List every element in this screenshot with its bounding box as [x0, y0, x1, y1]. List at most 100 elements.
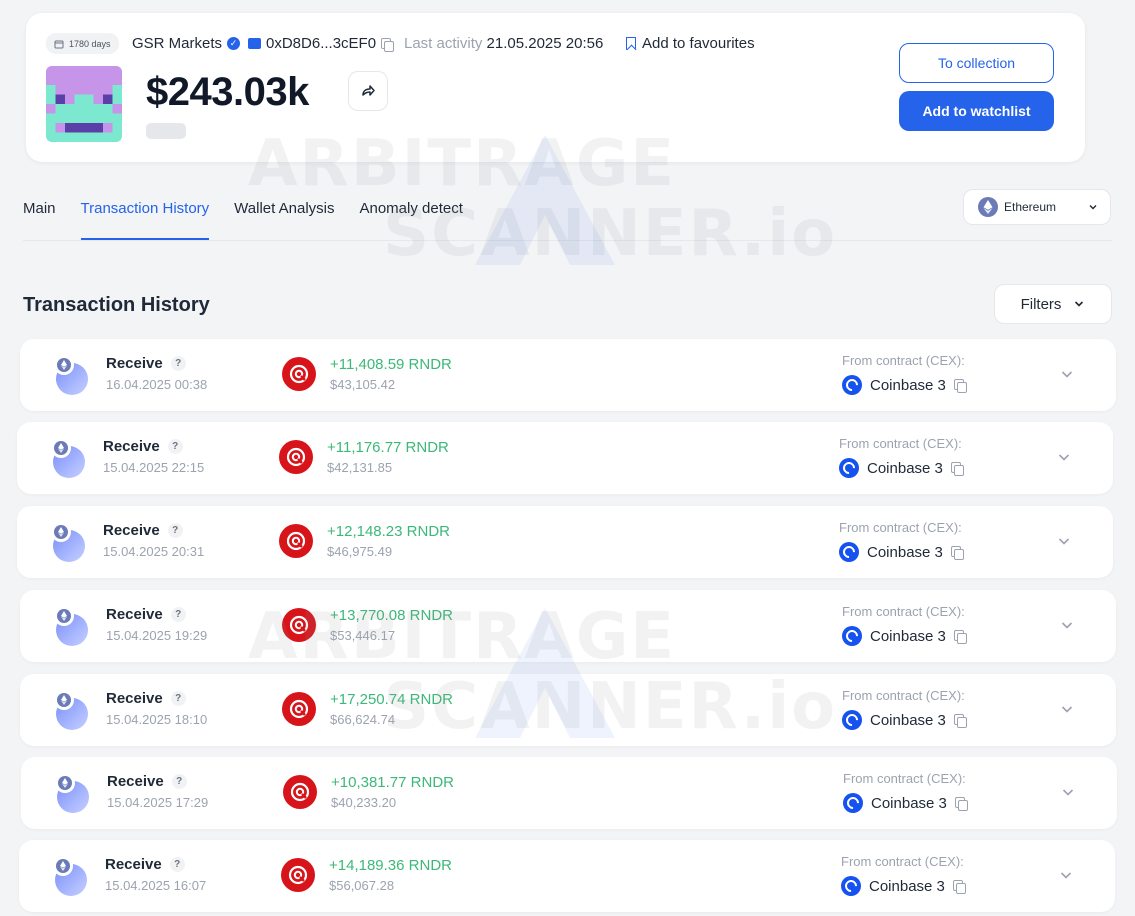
coinbase-icon [839, 458, 859, 478]
from-contract-label: From contract (CEX): [839, 520, 962, 535]
expand-chevron-icon[interactable] [1061, 785, 1075, 799]
transaction-usd-value: $56,067.28 [329, 878, 395, 893]
help-icon[interactable]: ? [167, 439, 183, 454]
ethereum-icon [54, 690, 74, 710]
help-icon[interactable]: ? [167, 523, 183, 538]
help-icon[interactable]: ? [170, 691, 186, 706]
verified-icon: ✓ [227, 37, 241, 50]
transaction-amount: +11,408.59 RNDR [330, 356, 452, 373]
to-collection-button[interactable]: To collection [899, 43, 1054, 83]
expand-chevron-icon[interactable] [1057, 534, 1071, 548]
help-icon[interactable]: ? [169, 857, 185, 872]
coinbase-icon [841, 876, 861, 896]
transaction-amount: +14,189.36 RNDR [329, 857, 452, 874]
transaction-row[interactable]: Receive ? 15.04.2025 17:29 +10,381.77 RN… [21, 757, 1117, 829]
last-activity-label: Last activity [404, 35, 483, 52]
transaction-type: Receive ? [105, 856, 185, 873]
render-token-icon [282, 692, 316, 726]
copy-icon[interactable] [950, 546, 964, 560]
transaction-type-label: Receive [106, 606, 163, 623]
transaction-type-label: Receive [103, 438, 160, 455]
wallet-age-text: 1780 days [69, 38, 111, 49]
from-contract-name: Coinbase 3 [870, 627, 946, 645]
copy-icon[interactable] [954, 797, 968, 811]
help-icon[interactable]: ? [170, 607, 186, 622]
network-select[interactable]: Ethereum [963, 189, 1111, 225]
from-contract-value[interactable]: Coinbase 3 [841, 876, 966, 896]
from-contract-label: From contract (CEX): [842, 688, 965, 703]
favourites-label: Add to favourites [642, 35, 755, 52]
transaction-type-label: Receive [103, 522, 160, 539]
copy-icon[interactable] [952, 880, 966, 894]
copy-icon[interactable] [381, 37, 395, 52]
coinbase-icon [842, 710, 862, 730]
add-to-watchlist-button[interactable]: Add to watchlist [899, 91, 1054, 131]
tab-main[interactable]: Main [23, 190, 56, 240]
transaction-amount: +17,250.74 RNDR [330, 691, 453, 708]
transaction-row[interactable]: Receive ? 15.04.2025 16:07 +14,189.36 RN… [19, 840, 1115, 912]
transaction-amount: +12,148.23 RNDR [327, 523, 450, 540]
tab-transaction-history[interactable]: Transaction History [80, 190, 209, 240]
transaction-date: 15.04.2025 20:31 [103, 544, 205, 559]
copy-icon[interactable] [953, 630, 967, 644]
tab-wallet-analysis[interactable]: Wallet Analysis [234, 190, 334, 240]
from-contract-value[interactable]: Coinbase 3 [843, 793, 968, 813]
transaction-date: 15.04.2025 18:10 [106, 712, 208, 727]
ethereum-icon [51, 522, 71, 542]
add-to-favourites-button[interactable]: Add to favourites [626, 35, 755, 52]
chain-badge [52, 355, 88, 395]
transaction-row[interactable]: Receive ? 15.04.2025 22:15 +11,176.77 RN… [17, 422, 1113, 494]
transaction-usd-value: $46,975.49 [327, 544, 393, 559]
wallet-address[interactable]: 0xD8D6...3cEF0 [248, 35, 395, 52]
coinbase-icon [843, 793, 863, 813]
from-contract-value[interactable]: Coinbase 3 [839, 542, 964, 562]
from-contract-name: Coinbase 3 [870, 711, 946, 729]
from-contract-value[interactable]: Coinbase 3 [842, 626, 967, 646]
transaction-row[interactable]: Receive ? 15.04.2025 18:10 +17,250.74 RN… [20, 674, 1116, 746]
chain-badge [52, 606, 88, 646]
filters-button[interactable]: Filters [994, 284, 1112, 324]
render-token-icon [279, 440, 313, 474]
help-icon[interactable]: ? [171, 774, 187, 789]
transaction-amount: +11,176.77 RNDR [327, 439, 449, 456]
help-icon[interactable]: ? [170, 356, 186, 371]
tab-anomaly-detect[interactable]: Anomaly detect [359, 190, 462, 240]
transaction-date: 15.04.2025 19:29 [106, 628, 208, 643]
copy-icon[interactable] [950, 462, 964, 476]
transaction-type: Receive ? [103, 438, 183, 455]
filters-label: Filters [1020, 295, 1062, 313]
copy-icon[interactable] [953, 379, 967, 393]
expand-chevron-icon[interactable] [1060, 702, 1074, 716]
transaction-date: 15.04.2025 16:07 [105, 878, 207, 893]
from-contract-label: From contract (CEX): [842, 604, 965, 619]
from-contract-name: Coinbase 3 [870, 376, 946, 394]
from-contract-name: Coinbase 3 [867, 543, 943, 561]
from-contract-value[interactable]: Coinbase 3 [842, 375, 967, 395]
expand-chevron-icon[interactable] [1057, 450, 1071, 464]
transaction-row[interactable]: Receive ? 16.04.2025 00:38 +11,408.59 RN… [20, 339, 1116, 411]
ethereum-icon [54, 355, 74, 375]
expand-chevron-icon[interactable] [1060, 618, 1074, 632]
chain-badge [51, 856, 87, 896]
ethereum-icon [51, 438, 71, 458]
ethereum-icon [55, 773, 75, 793]
from-contract-value[interactable]: Coinbase 3 [839, 458, 964, 478]
transaction-row[interactable]: Receive ? 15.04.2025 20:31 +12,148.23 RN… [17, 506, 1113, 578]
expand-chevron-icon[interactable] [1060, 367, 1074, 381]
from-contract-label: From contract (CEX): [842, 353, 965, 368]
render-token-icon [282, 357, 316, 391]
tab-divider [23, 240, 1112, 241]
expand-chevron-icon[interactable] [1059, 868, 1073, 882]
from-contract-name: Coinbase 3 [867, 459, 943, 477]
section-title: Transaction History [23, 294, 210, 316]
share-button[interactable] [348, 71, 388, 111]
copy-icon[interactable] [953, 714, 967, 728]
transaction-row[interactable]: Receive ? 15.04.2025 19:29 +13,770.08 RN… [20, 590, 1116, 662]
transaction-amount: +10,381.77 RNDR [331, 774, 454, 791]
chain-badge [52, 690, 88, 730]
from-contract-value[interactable]: Coinbase 3 [842, 710, 967, 730]
coinbase-icon [842, 626, 862, 646]
transaction-usd-value: $43,105.42 [330, 377, 396, 392]
wallet-balance: $243.03k [146, 70, 309, 114]
wallet-header-card: 1780 days GSR Markets ✓ 0xD8D6...3cEF0 L… [26, 13, 1085, 162]
